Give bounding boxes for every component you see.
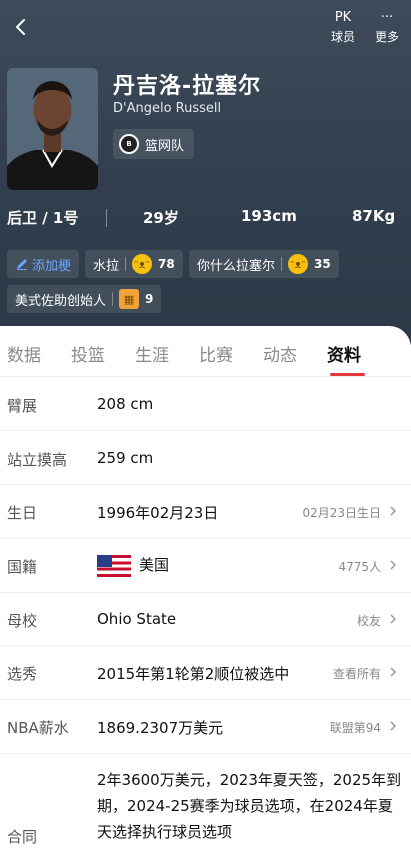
info-value: 1996年02月23日 (97, 504, 219, 522)
league-rank-link[interactable]: 联盟第94 (330, 719, 381, 736)
info-value: 1869.2307万美元 (97, 719, 224, 737)
info-value: 2015年第1轮第2顺位被选中 (97, 665, 290, 683)
alumni-link[interactable]: 校友 (357, 612, 381, 629)
meme-tag[interactable]: 美式佐助创始人 ▦ 9 (7, 285, 162, 313)
add-meme-button[interactable]: 添加梗 (7, 250, 80, 278)
laughing-emoji-icon: ᵔᴥᵔ (288, 254, 309, 274)
info-row-nationality[interactable]: 国籍 美国 4775人 (0, 539, 411, 593)
pk-icon: PK (334, 10, 352, 25)
info-row-draft[interactable]: 选秀 2015年第1轮第2顺位被选中 查看所有 (0, 646, 411, 700)
info-row-wingspan: 臂展 208 cm (0, 378, 411, 431)
tab-profile[interactable]: 资料 (327, 341, 361, 366)
info-label: 合同 (7, 828, 38, 846)
tab-stats[interactable]: 数据 (7, 341, 41, 366)
player-photo (7, 68, 98, 190)
info-label: 站立摸高 (7, 451, 68, 469)
meme-tag[interactable]: 你什么拉塞尔 ᵔᴥᵔ 35 (189, 250, 339, 278)
player-name-en: D'Angelo Russell (113, 101, 222, 116)
player-stats-bar: 后卫 / 1号 29岁 193cm 87Kg (0, 205, 411, 231)
info-value: 美国 (97, 554, 169, 577)
pk-label: 球员 (330, 30, 355, 44)
team-name: 篮网队 (145, 138, 185, 154)
team-badge[interactable]: B 篮网队 (113, 129, 195, 159)
back-button[interactable] (8, 14, 34, 40)
tab-shooting[interactable]: 投篮 (71, 341, 105, 366)
birthday-link[interactable]: 02月23日生日 (302, 504, 381, 521)
tab-games[interactable]: 比赛 (199, 341, 233, 366)
meme-tag[interactable]: 水拉 ᵔᴥᵔ 78 (85, 250, 183, 278)
chevron-right-icon (390, 506, 397, 516)
tag-divider (112, 292, 114, 306)
laughing-emoji-icon: ᵔᴥᵔ (132, 254, 153, 274)
tab-bar: 数据 投篮 生涯 比赛 动态 资料 (0, 326, 411, 377)
info-row-reach: 站立摸高 259 cm (0, 431, 411, 485)
add-meme-label: 添加梗 (32, 258, 72, 274)
gift-icon: ▦ (119, 289, 140, 309)
nationality-text: 美国 (139, 556, 170, 574)
meme-tag-count: 9 (145, 292, 154, 306)
more-label: 更多 (374, 30, 399, 44)
tab-career[interactable]: 生涯 (135, 341, 169, 366)
info-value: 259 cm (97, 449, 154, 467)
player-avatar (7, 68, 98, 190)
player-age: 29岁 (143, 209, 179, 227)
nationality-count[interactable]: 4775人 (338, 558, 381, 575)
info-label: 母校 (7, 612, 38, 630)
pencil-icon (17, 259, 27, 270)
chevron-left-icon (16, 19, 25, 35)
player-height: 193cm (241, 207, 297, 225)
info-label: 臂展 (7, 397, 38, 415)
tag-divider (281, 257, 283, 271)
stats-divider (106, 209, 107, 227)
meme-tag-text: 美式佐助创始人 (15, 293, 107, 309)
meme-tag-text: 你什么拉塞尔 (197, 258, 276, 274)
info-label: 选秀 (7, 665, 38, 683)
meme-tag-count: 78 (158, 257, 175, 271)
info-row-birthday[interactable]: 生日 1996年02月23日 02月23日生日 (0, 485, 411, 539)
tab-news[interactable]: 动态 (263, 341, 297, 366)
pk-button[interactable]: PK 球员 (330, 8, 356, 45)
player-name-cn: 丹吉洛-拉塞尔 (113, 74, 262, 99)
more-button[interactable]: ··· 更多 (372, 8, 402, 45)
info-value: Ohio State (97, 610, 177, 628)
chevron-right-icon (390, 667, 397, 677)
info-value: 208 cm (97, 395, 154, 413)
contract-text: 2年3600万美元，2023年夏天签，2025年到期，2024-25赛季为球员选… (97, 771, 402, 841)
more-icon: ··· (380, 10, 394, 25)
tag-divider (125, 257, 127, 271)
us-flag-icon (97, 554, 131, 577)
info-label: NBA薪水 (7, 719, 69, 737)
chevron-right-icon (390, 721, 397, 731)
team-logo-icon: B (119, 134, 139, 154)
info-row-salary[interactable]: NBA薪水 1869.2307万美元 联盟第94 (0, 700, 411, 754)
info-row-school[interactable]: 母校 Ohio State 校友 (0, 593, 411, 646)
info-label: 生日 (7, 504, 38, 522)
meme-tag-text: 水拉 (93, 258, 120, 274)
info-label: 国籍 (7, 558, 38, 576)
active-tab-indicator (330, 373, 365, 376)
chevron-right-icon (390, 560, 397, 570)
player-header: PK 球员 ··· 更多 丹吉洛-拉塞尔 D'Angelo Russell B … (0, 0, 411, 345)
position-number: 后卫 / 1号 (7, 209, 79, 227)
chevron-right-icon (390, 614, 397, 624)
meme-tag-count: 35 (314, 257, 331, 271)
player-weight: 87Kg (352, 207, 396, 225)
view-all-link[interactable]: 查看所有 (333, 665, 381, 682)
